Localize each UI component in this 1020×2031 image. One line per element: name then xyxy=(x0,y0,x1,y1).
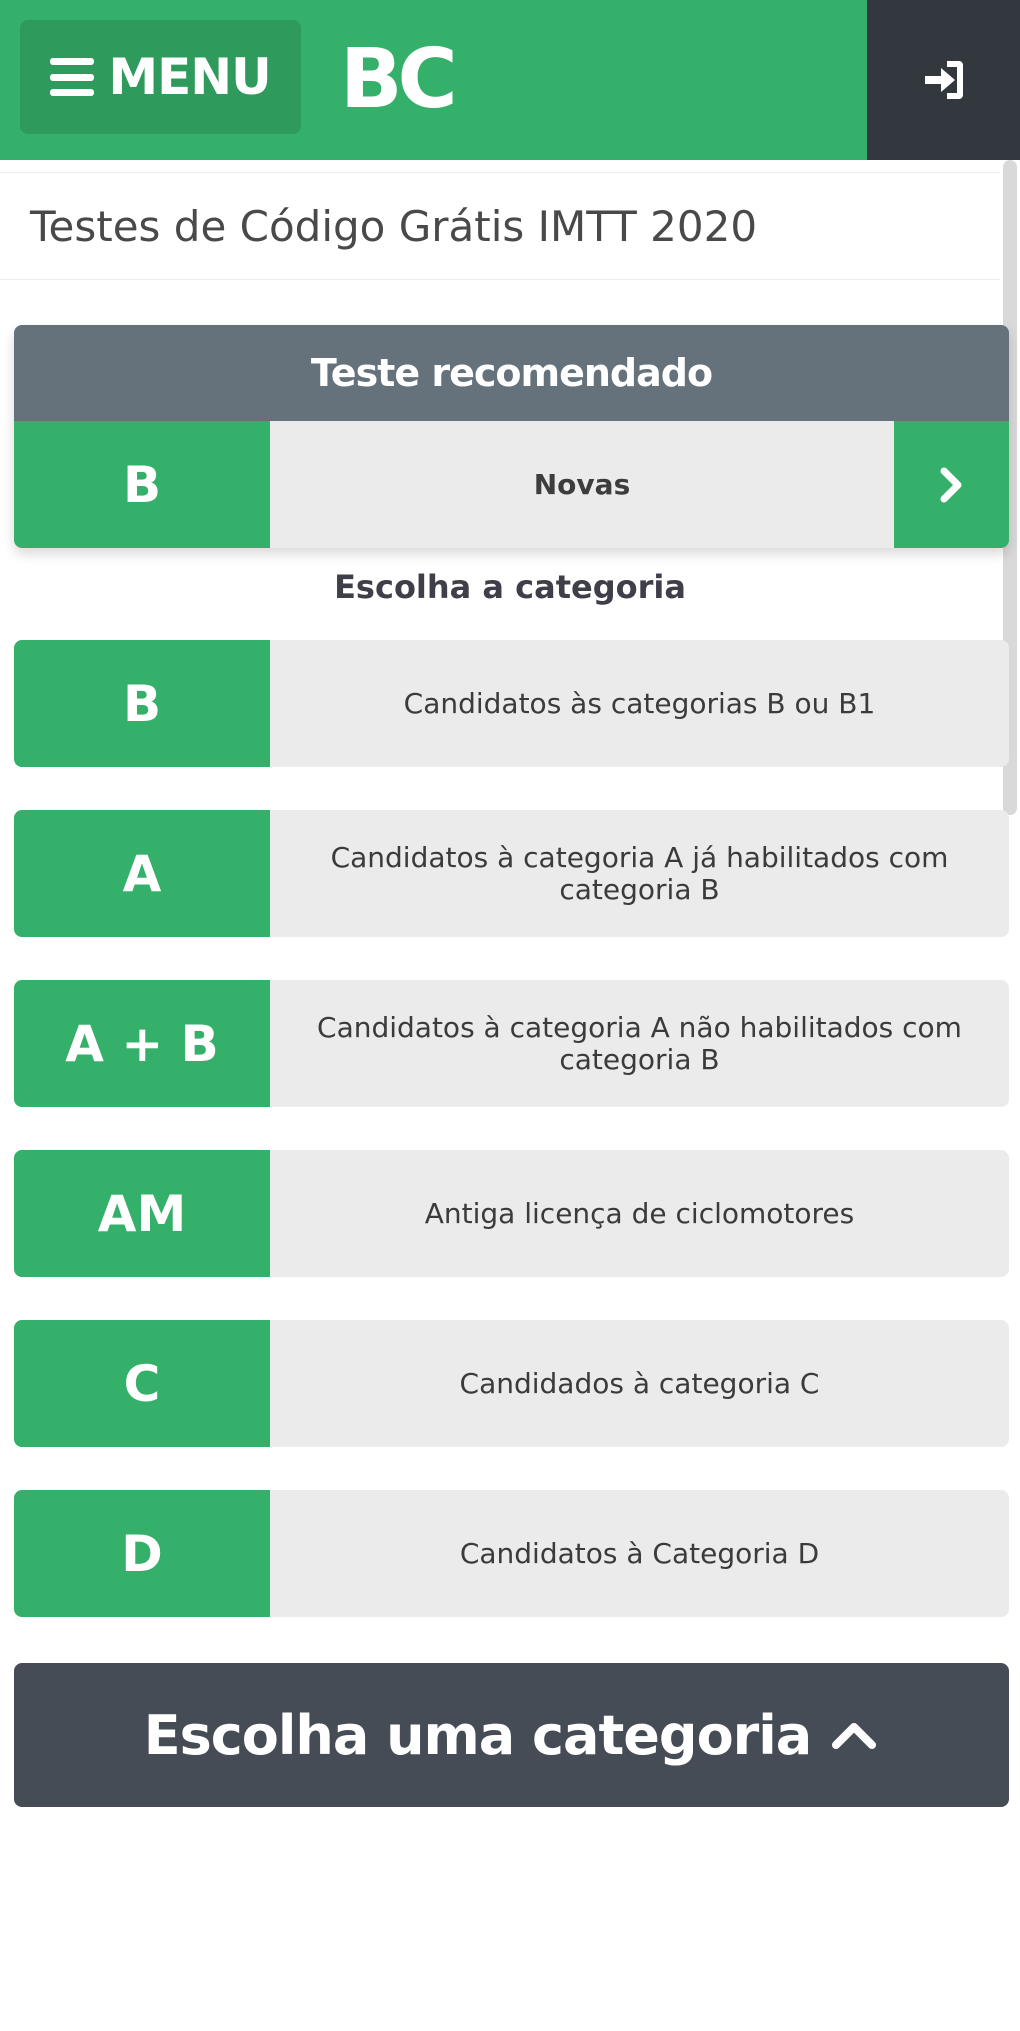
category-row-b[interactable]: B Candidatos às categorias B ou B1 xyxy=(14,640,1009,767)
category-code: C xyxy=(14,1320,270,1447)
category-description: Candidatos à categoria A já habilitados … xyxy=(330,840,949,906)
category-row-d[interactable]: D Candidatos à Categoria D xyxy=(14,1490,1009,1617)
chevron-right-icon xyxy=(940,467,961,502)
menu-label: MENU xyxy=(108,48,271,106)
category-description: Candidados à categoria C xyxy=(459,1366,820,1400)
site-logo[interactable]: BC xyxy=(340,22,458,136)
hamburger-icon xyxy=(50,58,95,96)
chevron-up-icon xyxy=(832,1723,877,1749)
category-code: A + B xyxy=(14,980,270,1107)
recommended-category-badge: B xyxy=(14,421,270,548)
category-description: Candidatos às categorias B ou B1 xyxy=(403,686,876,720)
category-description: Antiga licença de ciclomotores xyxy=(424,1196,855,1230)
category-description: Candidatos à categoria A não habilitados… xyxy=(317,1010,962,1076)
choose-category-button[interactable]: Escolha uma categoria xyxy=(14,1663,1009,1807)
category-row-a[interactable]: A Candidatos à categoria A já habilitado… xyxy=(14,810,1009,937)
sign-in-icon xyxy=(924,61,963,99)
category-row-am[interactable]: AM Antiga licença de ciclomotores xyxy=(14,1150,1009,1277)
category-list: B Candidatos às categorias B ou B1 A Can… xyxy=(14,640,1009,1660)
recommended-test-row[interactable]: B Novas xyxy=(14,421,1009,548)
recommended-heading: Teste recomendado xyxy=(14,325,1009,421)
recommended-go-button[interactable] xyxy=(894,421,1009,548)
top-header: MENU BC xyxy=(0,0,1020,160)
category-row-c[interactable]: C Candidados à categoria C xyxy=(14,1320,1009,1447)
category-description: Candidatos à Categoria D xyxy=(459,1536,820,1570)
category-code: D xyxy=(14,1490,270,1617)
title-bar: Testes de Código Grátis IMTT 2020 xyxy=(0,172,1000,280)
recommended-test-label: Novas xyxy=(533,468,631,501)
page-title: Testes de Código Grátis IMTT 2020 xyxy=(30,201,758,251)
choose-category-heading: Escolha a categoria xyxy=(334,568,686,606)
recommended-test-card: Teste recomendado B Novas xyxy=(14,325,1009,548)
category-code: B xyxy=(14,640,270,767)
choose-category-button-label: Escolha uma categoria xyxy=(143,1703,812,1767)
category-code: A xyxy=(14,810,270,937)
menu-button[interactable]: MENU xyxy=(20,20,301,134)
category-row-a-plus-b[interactable]: A + B Candidatos à categoria A não habil… xyxy=(14,980,1009,1107)
login-button[interactable] xyxy=(867,0,1020,160)
category-code: AM xyxy=(14,1150,270,1277)
